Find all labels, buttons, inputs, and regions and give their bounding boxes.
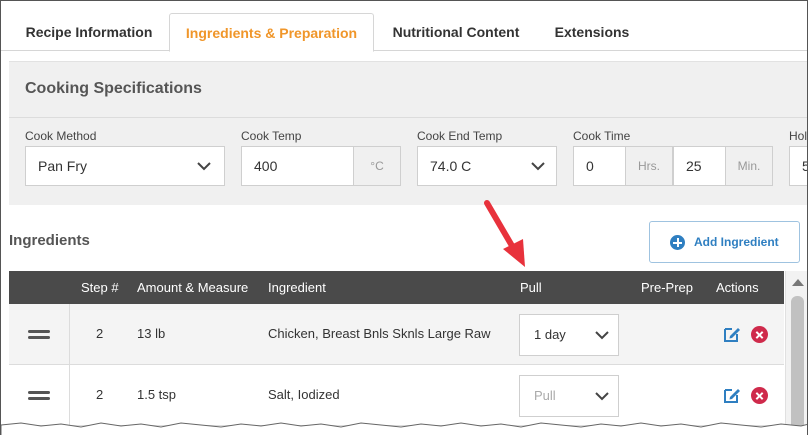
plus-circle-icon	[670, 235, 685, 250]
cook-time-hours-input[interactable]: 0 Hrs.	[573, 146, 673, 186]
chevron-down-icon	[595, 392, 609, 401]
table-row: 2 1.5 tsp Salt, Iodized Pull	[9, 365, 784, 426]
tab-extensions[interactable]: Extensions	[541, 13, 643, 51]
row-step: 2	[96, 387, 104, 402]
cooking-specifications-panel: Cooking Specifications Cook Method Pan F…	[9, 61, 808, 205]
cook-temp-input[interactable]: 400 °C	[241, 146, 401, 186]
cook-method-value: Pan Fry	[38, 158, 88, 174]
column-step: Step #	[81, 280, 119, 295]
cook-time-minutes-value: 25	[686, 158, 702, 174]
app-window: Recipe Information Ingredients & Prepara…	[0, 0, 808, 435]
table-row: 2 13 lb Chicken, Breast Bnls Sknls Large…	[9, 304, 784, 365]
drag-handle-icon[interactable]	[9, 304, 70, 364]
cooking-specifications-title: Cooking Specifications	[25, 80, 202, 97]
tab-nutritional-content[interactable]: Nutritional Content	[379, 13, 533, 51]
column-preprep: Pre-Prep	[641, 280, 694, 295]
cook-method-label: Cook Method	[25, 129, 97, 143]
hold-label: Hol	[789, 129, 808, 143]
column-ingredient: Ingredient	[268, 280, 326, 295]
cook-method-select[interactable]: Pan Fry	[25, 146, 225, 186]
ingredients-table-header: Step # Amount & Measure Ingredient Pull …	[9, 271, 784, 304]
cook-temp-unit: °C	[353, 147, 400, 185]
hold-value: 5	[802, 147, 807, 185]
column-actions: Actions	[716, 280, 759, 295]
cook-end-temp-value: 74.0 C	[430, 158, 472, 174]
vertical-scrollbar[interactable]	[785, 271, 807, 435]
scroll-up-icon[interactable]	[792, 279, 804, 286]
add-ingredient-button[interactable]: Add Ingredient	[649, 221, 800, 263]
column-amount: Amount & Measure	[137, 280, 249, 295]
cook-time-minutes-unit: Min.	[725, 147, 772, 185]
hold-input[interactable]: 5	[789, 146, 807, 186]
chevron-down-icon	[531, 162, 545, 171]
delete-icon[interactable]	[751, 387, 768, 404]
tab-bar: Recipe Information Ingredients & Prepara…	[1, 1, 807, 52]
drag-handle-icon[interactable]	[9, 365, 70, 425]
edit-icon[interactable]	[723, 325, 741, 343]
row-amount: 13 lb	[137, 326, 166, 341]
column-pull: Pull	[520, 280, 542, 295]
pull-select[interactable]: Pull	[519, 375, 619, 417]
row-ingredient: Salt, Iodized	[268, 387, 340, 402]
tab-ingredients-preparation[interactable]: Ingredients & Preparation	[169, 13, 374, 52]
pull-placeholder: Pull	[534, 388, 556, 403]
cook-time-hours-value: 0	[586, 158, 594, 174]
row-amount: 1.5 tsp	[137, 387, 177, 402]
cook-time-hours-unit: Hrs.	[625, 147, 672, 185]
ingredients-title: Ingredients	[9, 232, 90, 249]
scrollbar-thumb[interactable]	[791, 296, 804, 435]
pull-select[interactable]: 1 day	[519, 314, 619, 356]
delete-icon[interactable]	[751, 326, 768, 343]
cook-end-temp-select[interactable]: 74.0 C	[417, 146, 557, 186]
cook-end-temp-label: Cook End Temp	[417, 129, 503, 143]
chevron-down-icon	[595, 331, 609, 340]
add-ingredient-label: Add Ingredient	[694, 235, 779, 249]
divider	[9, 117, 807, 118]
cook-time-label: Cook Time	[573, 129, 631, 143]
row-ingredient: Chicken, Breast Bnls Sknls Large Raw	[268, 326, 491, 341]
chevron-down-icon	[197, 162, 211, 171]
tab-recipe-information[interactable]: Recipe Information	[11, 13, 167, 51]
edit-icon[interactable]	[723, 386, 741, 404]
cook-temp-label: Cook Temp	[241, 129, 302, 143]
annotation-arrow-icon	[484, 200, 525, 267]
cook-temp-value: 400	[254, 158, 278, 174]
cook-time-minutes-input[interactable]: 25 Min.	[673, 146, 773, 186]
pull-value: 1 day	[534, 327, 566, 342]
row-step: 2	[96, 326, 104, 341]
